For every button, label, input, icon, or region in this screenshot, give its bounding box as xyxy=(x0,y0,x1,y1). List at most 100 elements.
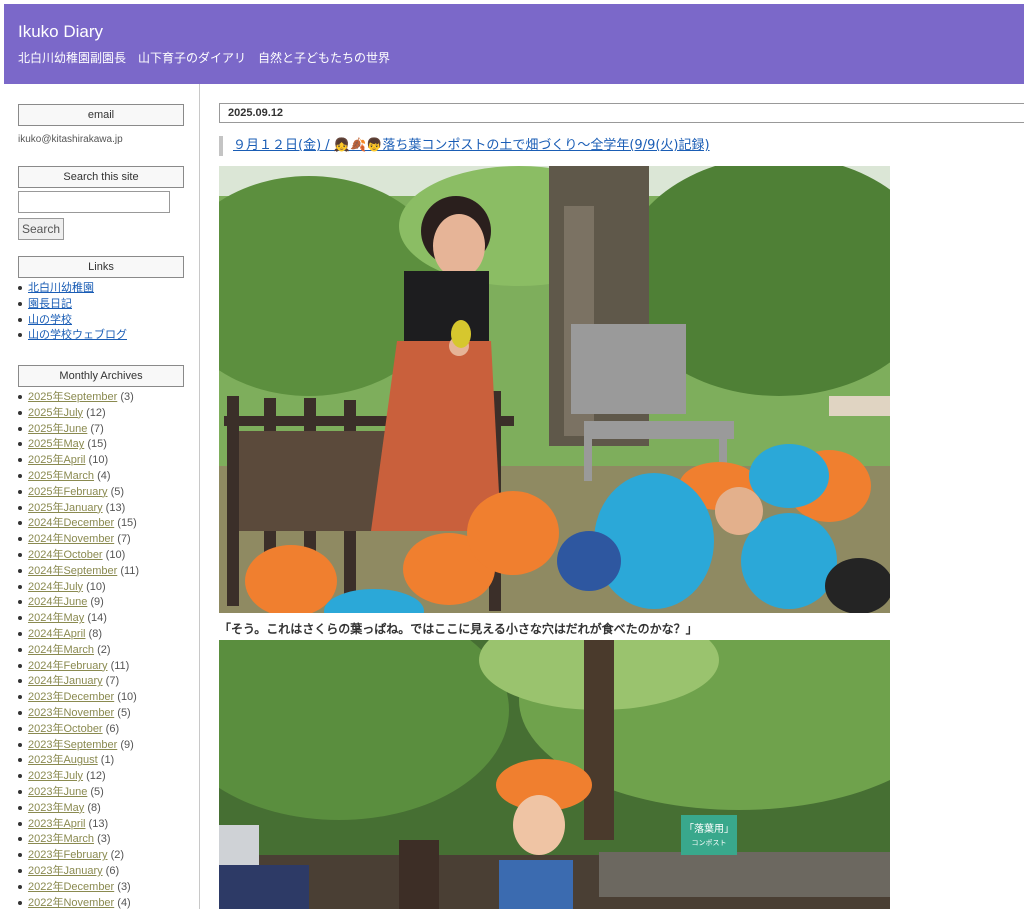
archive-link[interactable]: 2023年January xyxy=(28,865,103,877)
archive-link[interactable]: 2024年March xyxy=(28,644,94,656)
archive-link[interactable]: 2023年November xyxy=(28,707,114,719)
search-box-title: Search this site xyxy=(18,166,184,188)
archive-link[interactable]: 2023年December xyxy=(28,691,114,703)
archive-link[interactable]: 2024年May xyxy=(28,612,84,624)
list-item: 北白川幼稚園 xyxy=(18,281,127,297)
link-principal-diary[interactable]: 園長日記 xyxy=(28,298,72,310)
archive-item: 2024年May (14) xyxy=(18,611,139,627)
archive-item: 2025年January (13) xyxy=(18,501,139,517)
archive-link[interactable]: 2024年December xyxy=(28,517,114,529)
link-mountain-school-blog[interactable]: 山の学校ウェブログ xyxy=(28,329,127,341)
email-address: ikuko@kitashirakawa.jp xyxy=(18,134,123,145)
archive-count: (13) xyxy=(89,818,109,830)
archive-link[interactable]: 2025年June xyxy=(28,423,87,435)
archive-link[interactable]: 2023年April xyxy=(28,818,85,830)
archive-link[interactable]: 2023年May xyxy=(28,802,84,814)
archive-link[interactable]: 2024年September xyxy=(28,565,117,577)
archive-link[interactable]: 2025年April xyxy=(28,454,85,466)
archive-item: 2024年September (11) xyxy=(18,564,139,580)
link-kitashirakawa[interactable]: 北白川幼稚園 xyxy=(28,282,94,294)
archive-item: 2025年May (15) xyxy=(18,437,139,453)
archive-item: 2023年January (6) xyxy=(18,864,139,880)
archive-count: (7) xyxy=(106,675,119,687)
archive-count: (13) xyxy=(106,502,126,514)
entry-title: ９月１２日(金) / 👧🍂👦落ち葉コンポストの土で畑づくり〜全学年(9/9(火)… xyxy=(219,136,710,156)
archive-link[interactable]: 2022年December xyxy=(28,881,114,893)
entry-date: 2025.09.12 xyxy=(219,103,1024,123)
archive-count: (10) xyxy=(86,581,106,593)
archive-count: (9) xyxy=(120,739,133,751)
search-input[interactable] xyxy=(18,191,170,213)
archive-link[interactable]: 2024年July xyxy=(28,581,83,593)
archive-count: (15) xyxy=(87,438,107,450)
archive-link[interactable]: 2025年September xyxy=(28,391,117,403)
archive-count: (8) xyxy=(87,802,100,814)
archive-count: (6) xyxy=(106,865,119,877)
archive-list: 2025年September (3)2025年July (12)2025年Jun… xyxy=(18,390,139,911)
archive-link[interactable]: 2024年April xyxy=(28,628,85,640)
site-title[interactable]: Ikuko Diary xyxy=(18,22,103,42)
archive-item: 2023年July (12) xyxy=(18,769,139,785)
archive-count: (5) xyxy=(111,486,124,498)
archive-link[interactable]: 2025年May xyxy=(28,438,84,450)
archive-link[interactable]: 2025年February xyxy=(28,486,108,498)
archive-link[interactable]: 2025年July xyxy=(28,407,83,419)
link-mountain-school[interactable]: 山の学校 xyxy=(28,314,72,326)
entry-photo-leaf-lesson[interactable] xyxy=(219,166,890,613)
archive-link[interactable]: 2024年November xyxy=(28,533,114,545)
email-box-title: email xyxy=(18,104,184,126)
archive-link[interactable]: 2023年September xyxy=(28,739,117,751)
archive-item: 2024年January (7) xyxy=(18,674,139,690)
archive-link[interactable]: 2023年June xyxy=(28,786,87,798)
archive-item: 2024年March (2) xyxy=(18,643,139,659)
archive-item: 2024年February (11) xyxy=(18,659,139,675)
archive-link[interactable]: 2025年March xyxy=(28,470,94,482)
archive-count: (14) xyxy=(87,612,107,624)
archive-item: 2023年December (10) xyxy=(18,690,139,706)
search-button[interactable]: Search xyxy=(18,218,64,240)
archive-item: 2024年December (15) xyxy=(18,516,139,532)
entry-title-link[interactable]: ９月１２日(金) / 👧🍂👦落ち葉コンポストの土で畑づくり〜全学年(9/9(火)… xyxy=(233,138,710,153)
site-description: 北白川幼稚園副園長 山下育子のダイアリ 自然と子どもたちの世界 xyxy=(18,49,390,66)
photo-leaf-lesson-image xyxy=(219,166,890,613)
archive-item: 2024年October (10) xyxy=(18,548,139,564)
archive-link[interactable]: 2023年July xyxy=(28,770,83,782)
archive-count: (4) xyxy=(117,897,130,909)
archive-count: (10) xyxy=(89,454,109,466)
archive-link[interactable]: 2024年January xyxy=(28,675,103,687)
archive-count: (1) xyxy=(101,754,114,766)
archive-count: (5) xyxy=(90,786,103,798)
links-box-title: Links xyxy=(18,256,184,278)
archive-item: 2025年February (5) xyxy=(18,485,139,501)
list-item: 園長日記 xyxy=(18,297,127,313)
archive-link[interactable]: 2023年October xyxy=(28,723,103,735)
archive-link[interactable]: 2023年August xyxy=(28,754,98,766)
archive-count: (10) xyxy=(117,691,137,703)
archive-link[interactable]: 2023年February xyxy=(28,849,108,861)
archive-item: 2023年April (13) xyxy=(18,817,139,833)
archive-link[interactable]: 2023年March xyxy=(28,833,94,845)
archive-item: 2024年June (9) xyxy=(18,595,139,611)
photo-compost-image: 「落葉用」 コンポスト xyxy=(219,640,890,909)
archive-item: 2025年September (3) xyxy=(18,390,139,406)
entry-photo-compost[interactable]: 「落葉用」 コンポスト xyxy=(219,640,890,909)
archive-item: 2025年June (7) xyxy=(18,422,139,438)
compost-sign-sublabel: コンポスト xyxy=(692,839,727,847)
compost-sign-label: 「落葉用」 xyxy=(684,822,734,835)
archive-item: 2023年October (6) xyxy=(18,722,139,738)
photo-caption: 「そう。これはさくらの葉っぱね。ではここに見える小さな穴はだれが食べたのかな？」 xyxy=(219,620,698,637)
archive-link[interactable]: 2024年October xyxy=(28,549,103,561)
archive-link[interactable]: 2024年February xyxy=(28,660,108,672)
archive-item: 2024年November (7) xyxy=(18,532,139,548)
list-item: 山の学校ウェブログ xyxy=(18,328,127,344)
archive-link[interactable]: 2024年June xyxy=(28,596,87,608)
links-list: 北白川幼稚園 園長日記 山の学校 山の学校ウェブログ xyxy=(18,281,127,344)
archive-link[interactable]: 2022年November xyxy=(28,897,114,909)
archive-count: (2) xyxy=(111,849,124,861)
archive-link[interactable]: 2025年January xyxy=(28,502,103,514)
archive-item: 2025年March (4) xyxy=(18,469,139,485)
archive-item: 2023年August (1) xyxy=(18,753,139,769)
archive-count: (7) xyxy=(117,533,130,545)
archive-count: (11) xyxy=(120,565,139,577)
archive-item: 2023年March (3) xyxy=(18,832,139,848)
